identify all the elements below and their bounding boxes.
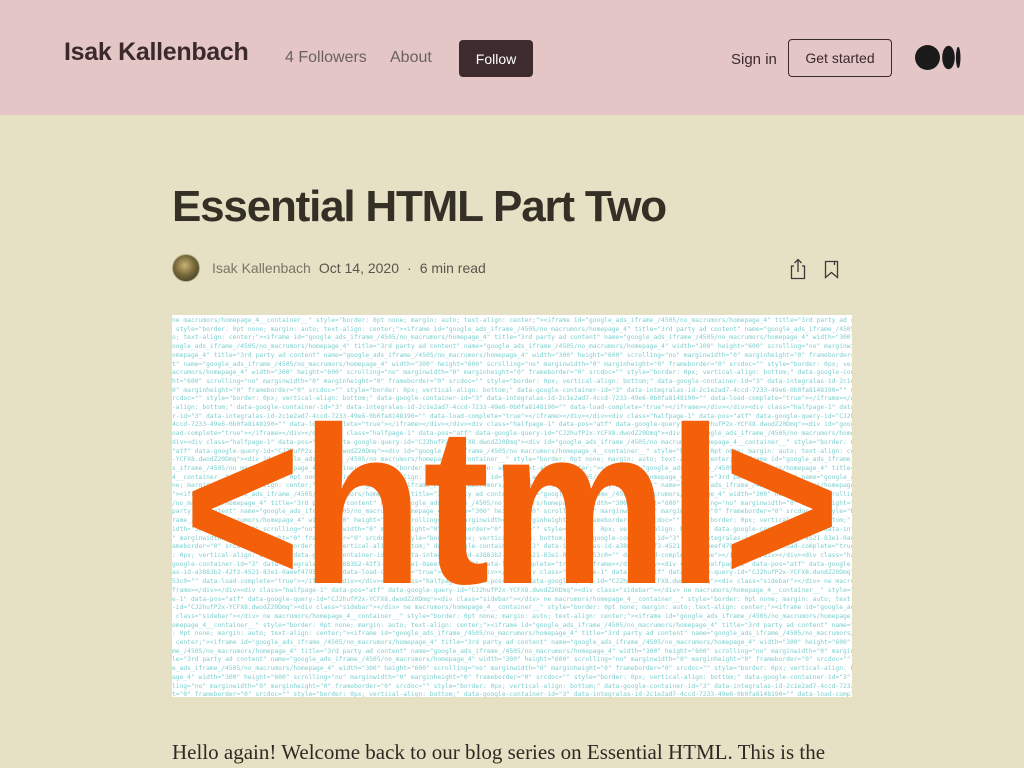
about-link[interactable]: About [390,49,432,67]
byline-separator: · [407,260,412,276]
bookmark-icon[interactable] [824,260,839,279]
site-header: Isak Kallenbach 4 Followers About Follow… [0,0,1024,115]
publish-date[interactable]: Oct 14, 2020 [319,260,399,276]
follow-button[interactable]: Follow [459,40,533,77]
article-intro-paragraph: Hello again! Welcome back to our blog se… [172,740,826,764]
share-icon[interactable] [789,258,807,280]
publication-name[interactable]: Isak Kallenbach [64,38,249,67]
sign-in-link[interactable]: Sign in [731,51,777,68]
read-time: 6 min read [419,260,486,276]
get-started-button[interactable]: Get started [788,39,892,77]
author-name[interactable]: Isak Kallenbach [212,260,311,276]
svg-text:<html>: <html> [184,381,840,631]
medium-logo-icon[interactable] [915,45,961,70]
author-avatar[interactable] [172,254,200,282]
article-byline: Isak Kallenbach Oct 14, 2020 · 6 min rea… [172,254,486,282]
html-logo-text: <html> [184,381,840,631]
followers-link[interactable]: 4 Followers [285,49,367,67]
article-title: Essential HTML Part Two [172,182,667,231]
hero-image: ne macrumors/homepage_4__container__" st… [172,315,852,697]
